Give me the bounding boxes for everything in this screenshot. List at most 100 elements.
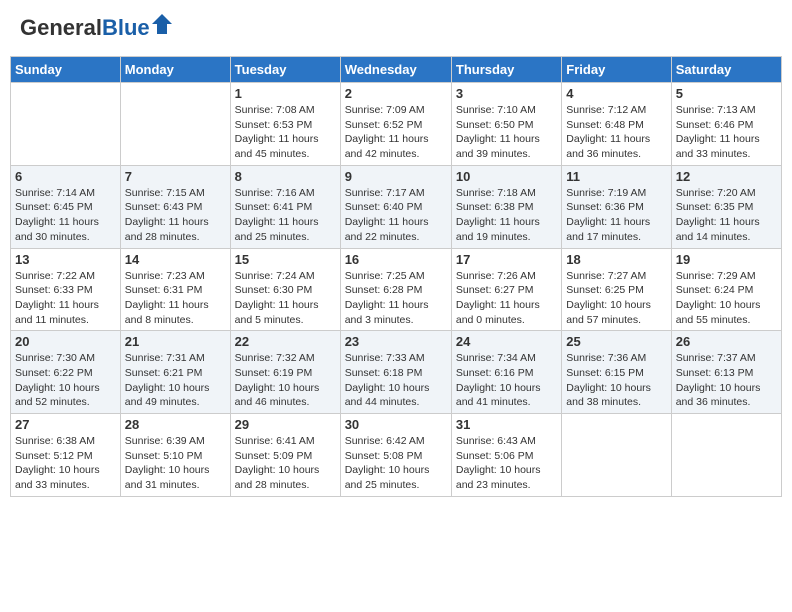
day-info: Sunrise: 7:36 AM Sunset: 6:15 PM Dayligh… xyxy=(566,351,666,410)
logo-icon xyxy=(152,14,172,34)
day-info: Sunrise: 7:34 AM Sunset: 6:16 PM Dayligh… xyxy=(456,351,557,410)
day-info: Sunrise: 6:38 AM Sunset: 5:12 PM Dayligh… xyxy=(15,434,116,493)
calendar-cell xyxy=(120,83,230,166)
day-number: 13 xyxy=(15,252,116,267)
calendar-cell: 16 Sunrise: 7:25 AM Sunset: 6:28 PM Dayli… xyxy=(340,248,451,331)
calendar-cell: 5 Sunrise: 7:13 AM Sunset: 6:46 PM Daylig… xyxy=(671,83,781,166)
calendar-cell xyxy=(11,83,121,166)
calendar-cell: 7Sunrise: 7:15 AM Sunset: 6:43 PM Daylig… xyxy=(120,165,230,248)
day-number: 24 xyxy=(456,334,557,349)
calendar-cell: 20Sunrise: 7:30 AM Sunset: 6:22 PM Dayli… xyxy=(11,331,121,414)
day-number: 15 xyxy=(235,252,336,267)
day-info: Sunrise: 7:13 AM Sunset: 6:46 PM Dayligh… xyxy=(676,103,777,162)
day-number: 8 xyxy=(235,169,336,184)
calendar-table: SundayMondayTuesdayWednesdayThursdayFrid… xyxy=(10,56,782,497)
day-info: Sunrise: 7:14 AM Sunset: 6:45 PM Dayligh… xyxy=(15,186,116,245)
day-number: 5 xyxy=(676,86,777,101)
day-info: Sunrise: 6:39 AM Sunset: 5:10 PM Dayligh… xyxy=(125,434,226,493)
day-number: 26 xyxy=(676,334,777,349)
calendar-week-row: 13Sunrise: 7:22 AM Sunset: 6:33 PM Dayli… xyxy=(11,248,782,331)
day-number: 29 xyxy=(235,417,336,432)
day-info: Sunrise: 7:15 AM Sunset: 6:43 PM Dayligh… xyxy=(125,186,226,245)
calendar-cell: 18 Sunrise: 7:27 AM Sunset: 6:25 PM Dayli… xyxy=(562,248,671,331)
calendar-cell: 17 Sunrise: 7:26 AM Sunset: 6:27 PM Dayli… xyxy=(451,248,561,331)
day-info: Sunrise: 7:24 AM Sunset: 6:30 PM Dayligh… xyxy=(235,269,336,328)
day-number: 11 xyxy=(566,169,666,184)
day-info: Sunrise: 7:33 AM Sunset: 6:18 PM Dayligh… xyxy=(345,351,447,410)
day-number: 19 xyxy=(676,252,777,267)
calendar-cell: 31 Sunrise: 6:43 AM Sunset: 5:06 PM Dayli… xyxy=(451,414,561,497)
day-number: 1 xyxy=(235,86,336,101)
calendar-cell xyxy=(562,414,671,497)
logo-blue: Blue xyxy=(102,15,150,41)
calendar-cell: 11 Sunrise: 7:19 AM Sunset: 6:36 PM Dayli… xyxy=(562,165,671,248)
calendar-cell: 22Sunrise: 7:32 AM Sunset: 6:19 PM Dayli… xyxy=(230,331,340,414)
day-number: 4 xyxy=(566,86,666,101)
day-info: Sunrise: 7:30 AM Sunset: 6:22 PM Dayligh… xyxy=(15,351,116,410)
calendar-cell: 1 Sunrise: 7:08 AM Sunset: 6:53 PM Daylig… xyxy=(230,83,340,166)
calendar-cell: 26 Sunrise: 7:37 AM Sunset: 6:13 PM Dayli… xyxy=(671,331,781,414)
calendar-cell: 6 Sunrise: 7:14 AM Sunset: 6:45 PM Daylig… xyxy=(11,165,121,248)
day-info: Sunrise: 6:41 AM Sunset: 5:09 PM Dayligh… xyxy=(235,434,336,493)
day-info: Sunrise: 6:42 AM Sunset: 5:08 PM Dayligh… xyxy=(345,434,447,493)
day-number: 2 xyxy=(345,86,447,101)
day-info: Sunrise: 7:08 AM Sunset: 6:53 PM Dayligh… xyxy=(235,103,336,162)
day-number: 27 xyxy=(15,417,116,432)
weekday-header: Sunday xyxy=(11,57,121,83)
calendar-cell xyxy=(671,414,781,497)
day-info: Sunrise: 7:20 AM Sunset: 6:35 PM Dayligh… xyxy=(676,186,777,245)
calendar-cell: 10 Sunrise: 7:18 AM Sunset: 6:38 PM Dayli… xyxy=(451,165,561,248)
day-info: Sunrise: 7:18 AM Sunset: 6:38 PM Dayligh… xyxy=(456,186,557,245)
weekday-header: Monday xyxy=(120,57,230,83)
day-info: Sunrise: 7:25 AM Sunset: 6:28 PM Dayligh… xyxy=(345,269,447,328)
calendar-cell: 28 Sunrise: 6:39 AM Sunset: 5:10 PM Dayli… xyxy=(120,414,230,497)
day-number: 14 xyxy=(125,252,226,267)
weekday-header: Tuesday xyxy=(230,57,340,83)
day-info: Sunrise: 7:27 AM Sunset: 6:25 PM Dayligh… xyxy=(566,269,666,328)
day-number: 17 xyxy=(456,252,557,267)
day-number: 9 xyxy=(345,169,447,184)
day-number: 21 xyxy=(125,334,226,349)
day-number: 31 xyxy=(456,417,557,432)
weekday-header: Saturday xyxy=(671,57,781,83)
day-number: 28 xyxy=(125,417,226,432)
calendar-week-row: 20Sunrise: 7:30 AM Sunset: 6:22 PM Dayli… xyxy=(11,331,782,414)
calendar-cell: 19 Sunrise: 7:29 AM Sunset: 6:24 PM Dayli… xyxy=(671,248,781,331)
day-number: 25 xyxy=(566,334,666,349)
calendar-cell: 23 Sunrise: 7:33 AM Sunset: 6:18 PM Dayli… xyxy=(340,331,451,414)
day-info: Sunrise: 7:26 AM Sunset: 6:27 PM Dayligh… xyxy=(456,269,557,328)
day-number: 18 xyxy=(566,252,666,267)
day-number: 10 xyxy=(456,169,557,184)
day-info: Sunrise: 6:43 AM Sunset: 5:06 PM Dayligh… xyxy=(456,434,557,493)
day-number: 30 xyxy=(345,417,447,432)
day-info: Sunrise: 7:19 AM Sunset: 6:36 PM Dayligh… xyxy=(566,186,666,245)
day-info: Sunrise: 7:32 AM Sunset: 6:19 PM Dayligh… xyxy=(235,351,336,410)
weekday-header: Friday xyxy=(562,57,671,83)
calendar-cell: 14 Sunrise: 7:23 AM Sunset: 6:31 PM Dayli… xyxy=(120,248,230,331)
calendar-week-row: 6 Sunrise: 7:14 AM Sunset: 6:45 PM Daylig… xyxy=(11,165,782,248)
calendar-cell: 30 Sunrise: 6:42 AM Sunset: 5:08 PM Dayli… xyxy=(340,414,451,497)
day-info: Sunrise: 7:10 AM Sunset: 6:50 PM Dayligh… xyxy=(456,103,557,162)
calendar-cell: 24 Sunrise: 7:34 AM Sunset: 6:16 PM Dayli… xyxy=(451,331,561,414)
day-info: Sunrise: 7:31 AM Sunset: 6:21 PM Dayligh… xyxy=(125,351,226,410)
day-number: 12 xyxy=(676,169,777,184)
day-info: Sunrise: 7:37 AM Sunset: 6:13 PM Dayligh… xyxy=(676,351,777,410)
calendar-cell: 8Sunrise: 7:16 AM Sunset: 6:41 PM Daylig… xyxy=(230,165,340,248)
calendar-cell: 27 Sunrise: 6:38 AM Sunset: 5:12 PM Dayli… xyxy=(11,414,121,497)
calendar-cell: 21 Sunrise: 7:31 AM Sunset: 6:21 PM Dayli… xyxy=(120,331,230,414)
day-info: Sunrise: 7:17 AM Sunset: 6:40 PM Dayligh… xyxy=(345,186,447,245)
day-number: 23 xyxy=(345,334,447,349)
calendar-cell: 29 Sunrise: 6:41 AM Sunset: 5:09 PM Dayli… xyxy=(230,414,340,497)
day-info: Sunrise: 7:09 AM Sunset: 6:52 PM Dayligh… xyxy=(345,103,447,162)
day-info: Sunrise: 7:12 AM Sunset: 6:48 PM Dayligh… xyxy=(566,103,666,162)
calendar-cell: 12 Sunrise: 7:20 AM Sunset: 6:35 PM Dayli… xyxy=(671,165,781,248)
day-info: Sunrise: 7:29 AM Sunset: 6:24 PM Dayligh… xyxy=(676,269,777,328)
weekday-header: Wednesday xyxy=(340,57,451,83)
day-number: 16 xyxy=(345,252,447,267)
day-number: 6 xyxy=(15,169,116,184)
calendar-cell: 13Sunrise: 7:22 AM Sunset: 6:33 PM Dayli… xyxy=(11,248,121,331)
day-info: Sunrise: 7:23 AM Sunset: 6:31 PM Dayligh… xyxy=(125,269,226,328)
calendar-week-row: 27 Sunrise: 6:38 AM Sunset: 5:12 PM Dayli… xyxy=(11,414,782,497)
calendar-cell: 4 Sunrise: 7:12 AM Sunset: 6:48 PM Daylig… xyxy=(562,83,671,166)
calendar-cell: 2 Sunrise: 7:09 AM Sunset: 6:52 PM Daylig… xyxy=(340,83,451,166)
